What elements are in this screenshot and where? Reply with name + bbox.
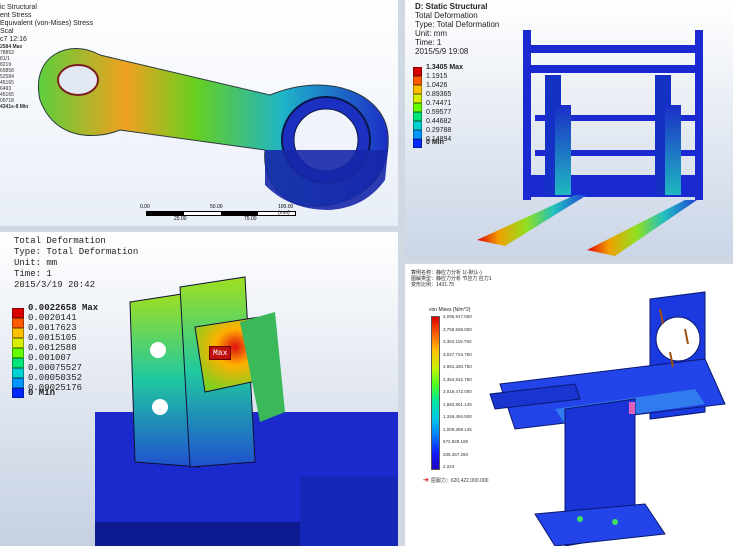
legend-label: 1,009,399.125 bbox=[443, 426, 472, 432]
max-probe-text: Max bbox=[213, 349, 228, 358]
von-mises-colorbar bbox=[431, 316, 440, 470]
scale-tick: 50.00 bbox=[210, 204, 223, 210]
panel-deformation-bracket: Max Total Deformation Type: Total Deform… bbox=[0, 232, 398, 546]
info-line: Time: 1 bbox=[415, 38, 442, 47]
result-info: D: Static Structural Total Deformation T… bbox=[415, 2, 499, 56]
legend-label: 1,682,801.125 bbox=[443, 401, 472, 407]
result-info: 算例名称：静应力分析 1(-默认-) 图解类型：静应力分析 节应力 应力1 变形… bbox=[411, 270, 492, 288]
info-line: D: Static Structural bbox=[415, 2, 488, 11]
info-line: c7 12:16 bbox=[0, 36, 27, 43]
info-line: 2015/5/9 19:08 bbox=[415, 47, 469, 56]
arrow-right-icon: ➔ bbox=[423, 477, 429, 484]
scale-tick: 25.00 bbox=[174, 216, 187, 222]
legend-title: von Mises (N/m^2) bbox=[429, 307, 471, 313]
legend-label: 3,364,119.750 bbox=[443, 339, 472, 344]
info-line: Total Deformation bbox=[14, 236, 106, 246]
legend-label: 2.224 bbox=[443, 464, 455, 469]
info-line: Equivalent (von-Mises) Stress bbox=[0, 20, 93, 27]
legend-label: 2,691,330.750 bbox=[443, 364, 472, 369]
legend-label: 336,457.250 bbox=[443, 451, 469, 457]
info-line: Time: 1 bbox=[14, 269, 52, 279]
info-line: Scal bbox=[0, 28, 14, 35]
info-line: ic Structural bbox=[0, 4, 37, 11]
legend-label: 0 Min bbox=[426, 139, 444, 146]
legend-label: 3,759,558.500 bbox=[443, 326, 472, 332]
scale-tick: 0.00 bbox=[140, 204, 150, 210]
legend-row: 0 Min bbox=[12, 388, 55, 398]
legend-label: 4,095,917.500 bbox=[443, 314, 472, 319]
result-info: ic Structural ent Stress Equivalent (von… bbox=[0, 4, 93, 44]
panel-stress-connecting-rod: ic Structural ent Stress Equivalent (von… bbox=[0, 0, 398, 226]
legend-label: 672,928.188 bbox=[443, 439, 469, 444]
info-line: Unit: mm bbox=[14, 258, 58, 268]
scale-ruler: 0.00 50.00 100.00 (mm) 25.00 75.00 bbox=[140, 204, 300, 224]
panel-von-mises-sheet: 算例名称：静应力分析 1(-默认-) 图解类型：静应力分析 节应力 应力1 变形… bbox=[405, 264, 733, 546]
scale-tick: 75.00 bbox=[244, 216, 257, 222]
legend-label: 4341e-8 Min bbox=[0, 104, 29, 110]
panel-deformation-forklift: D: Static Structural Total Deformation T… bbox=[405, 0, 733, 258]
yield-text: 屈服力：620,422,000.000 bbox=[430, 477, 489, 484]
info-line: 2015/3/19 20:42 bbox=[14, 280, 96, 290]
info-line: Type: Total Deformation bbox=[14, 247, 139, 257]
legend-label: 2,018,472.000 bbox=[443, 389, 472, 394]
legend-label: 2,354,932.750 bbox=[443, 376, 472, 382]
info-line: Unit: mm bbox=[415, 29, 447, 38]
legend-row: 0 Min bbox=[413, 139, 444, 146]
result-info: Total Deformation Type: Total Deformatio… bbox=[14, 236, 138, 291]
info-line: Total Deformation bbox=[415, 11, 478, 20]
max-probe-label: Max bbox=[209, 346, 232, 360]
legend-label: 1,346,494.500 bbox=[443, 414, 472, 419]
scale-tick: 100.00 (mm) bbox=[278, 204, 294, 216]
legend-label: 0 Min bbox=[28, 388, 56, 398]
info-line: 变形比例：1431.75 bbox=[411, 282, 455, 288]
info-line: ent Stress bbox=[0, 12, 32, 19]
info-line: Type: Total Deformation bbox=[415, 20, 500, 29]
yield-indicator: ➔ 屈服力：620,422,000.000 bbox=[423, 476, 488, 484]
legend-label: 3,027,724.750 bbox=[443, 351, 472, 357]
